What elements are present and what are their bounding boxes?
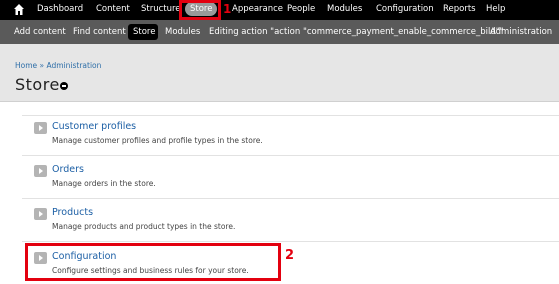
shortcut-add-content[interactable]: Add content bbox=[14, 27, 66, 38]
toolbar-content[interactable]: Content bbox=[96, 4, 130, 15]
divider bbox=[22, 198, 559, 199]
page-title: Store bbox=[15, 75, 60, 94]
toolbar-reports[interactable]: Reports bbox=[443, 4, 476, 15]
shortcut-toggle-icon[interactable] bbox=[60, 82, 68, 90]
admin-item-orders: Orders Manage orders in the store. bbox=[0, 164, 559, 209]
divider bbox=[22, 155, 559, 156]
callout-number-1: 1 bbox=[223, 2, 232, 16]
content-area: Customer profiles Manage customer profil… bbox=[0, 102, 559, 284]
divider bbox=[22, 241, 559, 242]
shortcut-modules[interactable]: Modules bbox=[165, 27, 200, 38]
admin-item-description: Manage products and product types in the… bbox=[52, 222, 236, 231]
admin-item-link[interactable]: Customer profiles bbox=[52, 121, 136, 132]
shortcut-editing-action[interactable]: Editing action "action "commerce_payment… bbox=[209, 27, 504, 38]
store-highlight-box bbox=[179, 0, 221, 20]
breadcrumb[interactable]: Home » Administration bbox=[15, 61, 101, 70]
shortcut-find-content[interactable]: Find content bbox=[73, 27, 126, 38]
admin-item-link[interactable]: Orders bbox=[52, 164, 84, 175]
toolbar-modules[interactable]: Modules bbox=[327, 4, 362, 15]
shortcut-store[interactable]: Store bbox=[133, 27, 155, 38]
page-header: Home » Administration Store bbox=[0, 44, 559, 102]
divider bbox=[22, 115, 559, 116]
admin-item-link[interactable]: Products bbox=[52, 207, 93, 218]
toolbar-help[interactable]: Help bbox=[486, 4, 505, 15]
home-icon[interactable] bbox=[13, 3, 25, 16]
admin-item-description: Manage customer profiles and profile typ… bbox=[52, 136, 263, 145]
toolbar-configuration[interactable]: Configuration bbox=[376, 4, 434, 15]
toolbar-structure[interactable]: Structure bbox=[141, 4, 181, 15]
shortcut-administration[interactable]: Administration bbox=[490, 27, 552, 38]
chevron-right-icon bbox=[34, 122, 47, 134]
admin-item-customer-profiles: Customer profiles Manage customer profil… bbox=[0, 121, 559, 166]
toolbar-appearance[interactable]: Appearance bbox=[232, 4, 283, 15]
toolbar-people[interactable]: People bbox=[287, 4, 315, 15]
admin-item-description: Manage orders in the store. bbox=[52, 179, 156, 188]
toolbar-dashboard[interactable]: Dashboard bbox=[37, 4, 83, 15]
shortcut-bar: Add content Find content Store Modules E… bbox=[0, 20, 559, 44]
admin-toolbar: Dashboard Content Structure Store Appear… bbox=[0, 0, 559, 20]
configuration-highlight-box bbox=[25, 243, 281, 281]
chevron-right-icon bbox=[34, 208, 47, 220]
chevron-right-icon bbox=[34, 165, 47, 177]
callout-number-2: 2 bbox=[285, 248, 295, 263]
